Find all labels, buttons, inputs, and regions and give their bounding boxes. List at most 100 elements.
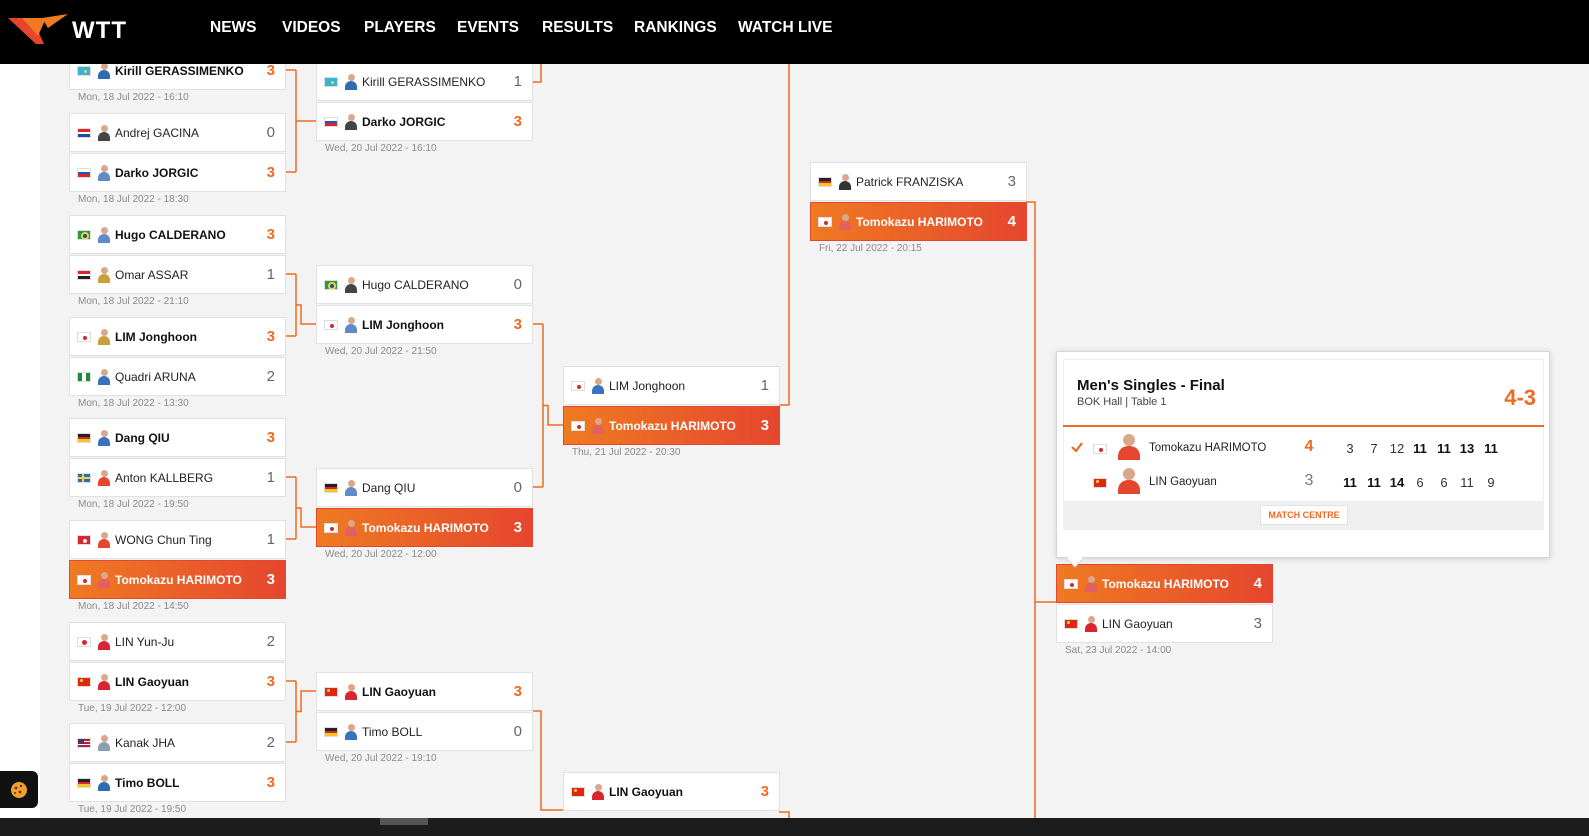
match-date: Sat, 23 Jul 2022 - 14:00 bbox=[1065, 645, 1172, 656]
player-name: LIM Jonghoon bbox=[362, 318, 444, 332]
player-score: 3 bbox=[513, 316, 522, 333]
player-row[interactable]: Hugo CALDERANO 3 bbox=[69, 215, 286, 254]
nav-results[interactable]: RESULTS bbox=[542, 19, 613, 37]
player-row[interactable]: Patrick FRANZISKA 3 bbox=[810, 162, 1027, 201]
player-row[interactable]: Tomokazu HARIMOTO 3 bbox=[563, 406, 780, 445]
flag-si-icon bbox=[324, 117, 338, 127]
match-card-r1m3[interactable]: Hugo CALDERANO 3 Omar ASSAR 1 Mon, 18 Ju… bbox=[69, 215, 286, 307]
player-score: 0 bbox=[513, 276, 522, 293]
cookie-settings-button[interactable] bbox=[0, 771, 38, 808]
popup-player-row: LIN Gaoyuan 3 11 11 14 6 6 11 9 bbox=[1063, 466, 1544, 500]
match-card-r4m1[interactable]: Patrick FRANZISKA 3 Tomokazu HARIMOTO 4 … bbox=[810, 162, 1027, 254]
flag-de-icon bbox=[324, 727, 338, 737]
wtt-logo-mark-icon bbox=[8, 14, 68, 44]
match-card-r2m4[interactable]: LIN Gaoyuan 3 Timo BOLL 0 Wed, 20 Jul 20… bbox=[316, 672, 533, 764]
player-avatar bbox=[345, 520, 357, 536]
player-row[interactable]: Kirill GERASSIMENKO 1 bbox=[316, 62, 533, 101]
player-avatar bbox=[98, 63, 110, 79]
player-row[interactable]: Tomokazu HARIMOTO 4 bbox=[810, 202, 1027, 241]
player-avatar bbox=[98, 329, 110, 345]
match-card-r1m8[interactable]: Kanak JHA 2 Timo BOLL 3 Tue, 19 Jul 2022… bbox=[69, 723, 286, 815]
player-row[interactable]: LIM Jonghoon 3 bbox=[316, 305, 533, 344]
player-score: 3 bbox=[266, 62, 275, 79]
player-row[interactable]: LIN Gaoyuan 3 bbox=[316, 672, 533, 711]
player-row[interactable]: Dang QIU 3 bbox=[69, 418, 286, 457]
player-avatar bbox=[1085, 576, 1097, 592]
player-row[interactable]: Hugo CALDERANO 0 bbox=[316, 265, 533, 304]
flag-br-icon bbox=[324, 280, 338, 290]
player-row[interactable]: WONG Chun Ting 1 bbox=[69, 520, 286, 559]
player-avatar bbox=[98, 572, 110, 588]
player-row[interactable]: Anton KALLBERG 1 bbox=[69, 458, 286, 497]
flag-de-icon bbox=[77, 778, 91, 788]
player-row[interactable]: Omar ASSAR 1 bbox=[69, 255, 286, 294]
nav-events[interactable]: EVENTS bbox=[457, 19, 519, 37]
wtt-logo[interactable]: WTT bbox=[8, 14, 138, 46]
bracket-connector bbox=[296, 507, 316, 528]
match-card-r3m1[interactable]: LIM Jonghoon 1 Tomokazu HARIMOTO 3 Thu, … bbox=[563, 366, 780, 458]
popup-footer: MATCH CENTRE bbox=[1063, 501, 1544, 530]
nav-videos[interactable]: VIDEOS bbox=[282, 19, 341, 37]
flag-cn-icon bbox=[77, 677, 91, 687]
player-row[interactable]: Timo BOLL 0 bbox=[316, 712, 533, 751]
flag-si-icon bbox=[77, 168, 91, 178]
player-row[interactable]: Kanak JHA 2 bbox=[69, 723, 286, 762]
player-avatar bbox=[345, 724, 357, 740]
player-row[interactable]: LIN Gaoyuan 3 bbox=[69, 662, 286, 701]
player-row[interactable]: LIM Jonghoon 3 bbox=[69, 317, 286, 356]
player-row[interactable]: LIM Jonghoon 1 bbox=[563, 366, 780, 405]
match-card-r1m6[interactable]: WONG Chun Ting 1 Tomokazu HARIMOTO 3 Mon… bbox=[69, 520, 286, 612]
player-name: Kanak JHA bbox=[115, 736, 176, 750]
player-avatar bbox=[98, 775, 110, 791]
match-card-final[interactable]: Tomokazu HARIMOTO 4 LIN Gaoyuan 3 Sat, 2… bbox=[1056, 564, 1273, 656]
nav-news[interactable]: NEWS bbox=[210, 19, 257, 37]
player-row[interactable]: LIN Gaoyuan 3 bbox=[563, 772, 780, 811]
player-row[interactable]: Tomokazu HARIMOTO 3 bbox=[69, 560, 286, 599]
player-name: Tomokazu HARIMOTO bbox=[1102, 577, 1229, 591]
match-card-r2m1[interactable]: Kirill GERASSIMENKO 1 Darko JORGIC 3 Wed… bbox=[316, 62, 533, 154]
player-avatar bbox=[98, 165, 110, 181]
player-row[interactable]: Timo BOLL 3 bbox=[69, 763, 286, 802]
scrollbar-thumb[interactable] bbox=[380, 818, 428, 825]
player-row[interactable]: LIN Yun-Ju 2 bbox=[69, 622, 286, 661]
player-row[interactable]: Quadri ARUNA 2 bbox=[69, 357, 286, 396]
match-card-r1m4[interactable]: LIM Jonghoon 3 Quadri ARUNA 2 Mon, 18 Ju… bbox=[69, 317, 286, 409]
player-score: 3 bbox=[266, 571, 275, 588]
player-row[interactable]: Tomokazu HARIMOTO 3 bbox=[316, 508, 533, 547]
popup-result: 4-3 bbox=[1504, 385, 1536, 410]
player-score: 2 bbox=[266, 734, 275, 751]
player-name: Darko JORGIC bbox=[362, 115, 446, 129]
match-card-r1m7[interactable]: LIN Yun-Ju 2 LIN Gaoyuan 3 Tue, 19 Jul 2… bbox=[69, 622, 286, 714]
match-centre-button[interactable]: MATCH CENTRE bbox=[1260, 505, 1348, 525]
player-score: 3 bbox=[266, 429, 275, 446]
player-name: Dang QIU bbox=[115, 431, 170, 445]
player-avatar bbox=[345, 684, 357, 700]
popup-divider bbox=[1063, 425, 1544, 427]
nav-players[interactable]: PLAYERS bbox=[364, 19, 436, 37]
bracket-connector bbox=[296, 304, 316, 325]
player-row[interactable]: LIN Gaoyuan 3 bbox=[1056, 604, 1273, 643]
nav-rankings[interactable]: RANKINGS bbox=[634, 19, 717, 37]
match-card-r3m2[interactable]: LIN Gaoyuan 3 bbox=[563, 772, 780, 812]
horizontal-scrollbar[interactable] bbox=[0, 818, 1589, 836]
nav-watch-live[interactable]: WATCH LIVE bbox=[738, 19, 832, 37]
player-score: 3 bbox=[266, 774, 275, 791]
flag-us-icon bbox=[77, 738, 91, 748]
player-score: 1 bbox=[760, 377, 769, 394]
player-avatar bbox=[98, 735, 110, 751]
player-score: 3 bbox=[266, 328, 275, 345]
player-name: Timo BOLL bbox=[115, 776, 180, 790]
player-row[interactable]: Darko JORGIC 3 bbox=[316, 102, 533, 141]
player-row[interactable]: Tomokazu HARIMOTO 4 bbox=[1056, 564, 1273, 603]
player-row[interactable]: Dang QIU 0 bbox=[316, 468, 533, 507]
game-score: 6 bbox=[1416, 475, 1424, 490]
player-row[interactable]: Darko JORGIC 3 bbox=[69, 153, 286, 192]
player-row[interactable]: Andrej GACINA 0 bbox=[69, 113, 286, 152]
match-card-r1m5[interactable]: Dang QIU 3 Anton KALLBERG 1 Mon, 18 Jul … bbox=[69, 418, 286, 510]
match-card-r2m2[interactable]: Hugo CALDERANO 0 LIM Jonghoon 3 Wed, 20 … bbox=[316, 265, 533, 357]
match-card-r1m2[interactable]: Andrej GACINA 0 Darko JORGIC 3 Mon, 18 J… bbox=[69, 113, 286, 205]
player-avatar bbox=[592, 418, 604, 434]
match-card-r2m3[interactable]: Dang QIU 0 Tomokazu HARIMOTO 3 Wed, 20 J… bbox=[316, 468, 533, 560]
player-score: 3 bbox=[266, 226, 275, 243]
player-avatar bbox=[345, 74, 357, 90]
